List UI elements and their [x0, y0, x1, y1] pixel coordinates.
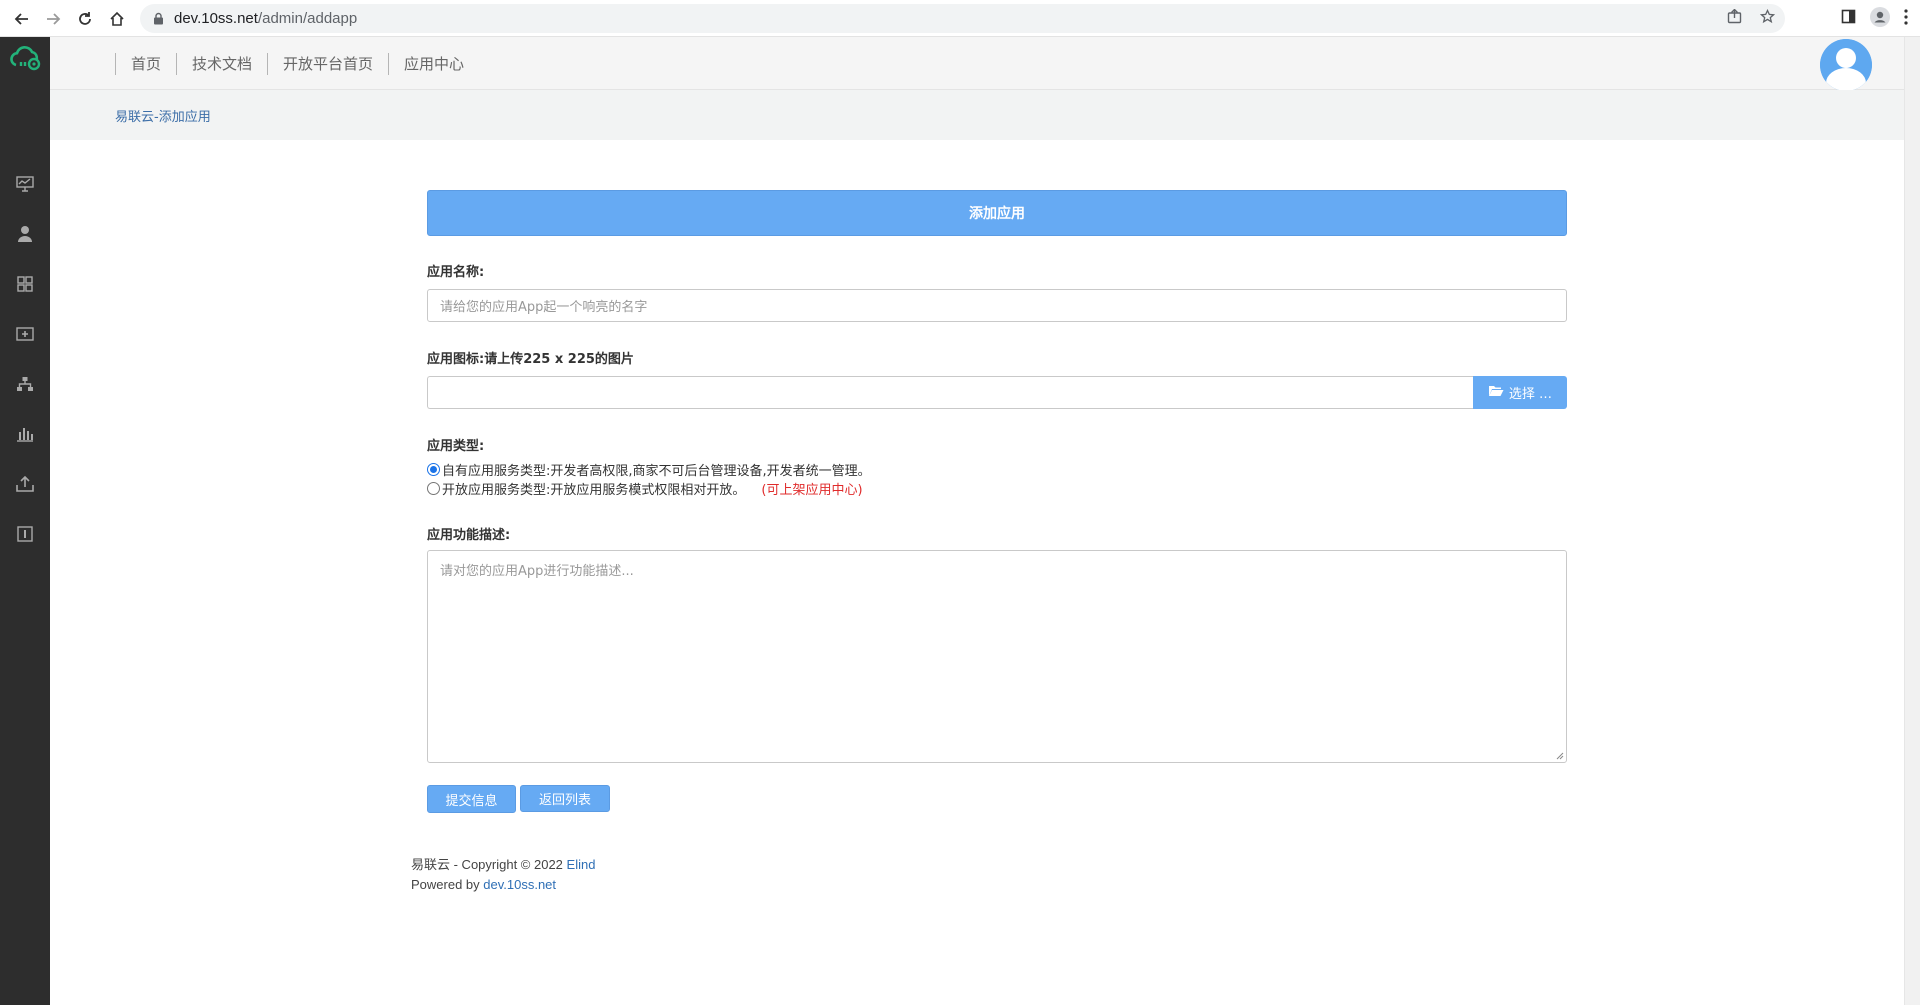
- lock-icon[interactable]: [152, 12, 164, 26]
- app-name-placeholder: 请给您的应用App起一个响亮的名字: [440, 300, 648, 315]
- app-icon-label: 应用图标:请上传225 x 225的图片: [427, 352, 634, 367]
- breadcrumb-link[interactable]: 易联云-添加应用: [115, 106, 211, 125]
- folder-open-icon: [1488, 384, 1504, 401]
- app-icon-file-field: 选择 …: [427, 376, 1567, 409]
- form-header: 添加应用: [427, 190, 1567, 236]
- home-icon[interactable]: [101, 3, 133, 35]
- info-box-icon[interactable]: [13, 523, 37, 545]
- app-name-input[interactable]: 请给您的应用App起一个响亮的名字: [427, 289, 1567, 322]
- user-icon[interactable]: [13, 223, 37, 245]
- app-desc-placeholder: 请对您的应用App进行功能描述...: [440, 564, 634, 579]
- profile-icon[interactable]: [1870, 6, 1890, 31]
- share-icon[interactable]: [1727, 8, 1742, 28]
- page-scrollbar[interactable]: [1904, 37, 1920, 1005]
- address-bar[interactable]: dev.10ss.net/admin/addapp: [140, 4, 1785, 33]
- copyright-line: 易联云 - Copyright © 2022 Elind: [411, 857, 596, 872]
- app-desc-textarea[interactable]: 请对您的应用App进行功能描述...: [427, 550, 1567, 763]
- nav-link-platform-home[interactable]: 开放平台首页: [267, 52, 388, 75]
- app-type-options: 自有应用服务类型:开发者高权限,商家不可后台管理设备,开发者统一管理。 开放应用…: [427, 460, 1567, 498]
- upload-icon[interactable]: [13, 473, 37, 495]
- app-type-option-private[interactable]: 自有应用服务类型:开发者高权限,商家不可后台管理设备,开发者统一管理。: [427, 460, 1567, 479]
- nav-link-docs[interactable]: 技术文档: [176, 52, 267, 75]
- radio-open[interactable]: [427, 482, 440, 495]
- choose-file-button[interactable]: 选择 …: [1473, 376, 1567, 409]
- submit-button[interactable]: 提交信息: [427, 785, 516, 813]
- resize-handle-icon[interactable]: [1556, 752, 1564, 760]
- avatar[interactable]: [1820, 39, 1872, 91]
- url-text: dev.10ss.net/admin/addapp: [174, 10, 358, 27]
- back-icon[interactable]: [6, 3, 38, 35]
- top-navigation: 首页 技术文档 开放平台首页 应用中心: [50, 37, 1904, 91]
- nav-link-home[interactable]: 首页: [115, 52, 176, 75]
- page-footer: 易联云 - Copyright © 2022 Elind Powered by …: [411, 855, 595, 895]
- elind-link[interactable]: Elind: [567, 857, 596, 872]
- app-center-note: (可上架应用中心): [761, 483, 863, 498]
- dev-site-link[interactable]: dev.10ss.net: [483, 877, 556, 892]
- app-type-option-open[interactable]: 开放应用服务类型:开放应用服务模式权限相对开放。 (可上架应用中心): [427, 479, 1567, 498]
- left-sidebar: [0, 37, 50, 1005]
- app-type-label: 应用类型:: [427, 439, 485, 454]
- add-box-icon[interactable]: [13, 323, 37, 345]
- radio-private[interactable]: [427, 463, 440, 476]
- app-name-label: 应用名称:: [427, 265, 485, 280]
- powered-by-line: Powered by dev.10ss.net: [411, 877, 557, 892]
- monitor-chart-icon[interactable]: [13, 173, 37, 195]
- browser-toolbar: dev.10ss.net/admin/addapp: [0, 0, 1920, 37]
- menu-dots-icon[interactable]: [1904, 8, 1908, 29]
- side-panel-icon[interactable]: [1841, 9, 1856, 28]
- reload-icon[interactable]: [69, 3, 101, 35]
- grid-icon[interactable]: [13, 273, 37, 295]
- add-app-form: 添加应用 应用名称: 请给您的应用App起一个响亮的名字 应用图标:请上传225…: [427, 190, 1567, 813]
- app-icon-file-input[interactable]: [427, 376, 1473, 409]
- app-desc-label: 应用功能描述:: [427, 528, 511, 543]
- star-icon[interactable]: [1759, 8, 1776, 28]
- bar-chart-icon[interactable]: [13, 423, 37, 445]
- sitemap-icon[interactable]: [13, 373, 37, 395]
- back-to-list-button[interactable]: 返回列表: [520, 785, 610, 812]
- forward-icon[interactable]: [37, 3, 69, 35]
- breadcrumb: 易联云-添加应用: [50, 90, 1904, 140]
- cloud-logo-icon[interactable]: [8, 43, 42, 73]
- nav-link-app-center[interactable]: 应用中心: [388, 52, 479, 75]
